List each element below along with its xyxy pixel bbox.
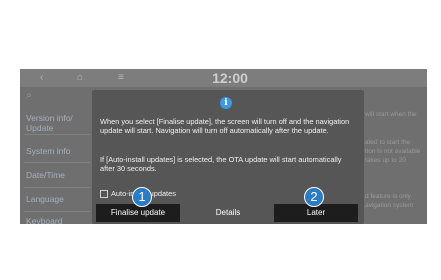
update-dialog: i When you select [Finalise update], the… <box>92 90 364 224</box>
sidebar-item-keyboard[interactable]: Keyboard <box>26 216 62 224</box>
dialog-message: When you select [Finalise update], the s… <box>100 117 350 136</box>
sidebar-item-language[interactable]: Language <box>26 194 64 204</box>
menu-icon[interactable]: ≡ <box>118 71 124 85</box>
sidebar-item-system-info[interactable]: System info <box>26 146 70 156</box>
sidebar-item-version-info[interactable]: Version info/ Update <box>26 113 73 133</box>
sidebar-item-label: Version info/ <box>26 113 73 123</box>
details-button[interactable]: Details <box>192 204 264 222</box>
finalise-update-button[interactable]: Finalise update <box>96 204 180 222</box>
background-text: d feature is only <box>365 193 411 200</box>
settings-sidebar: ⌕ Version info/ Update System info Date/… <box>20 87 92 224</box>
divider <box>24 162 90 163</box>
auto-install-checkbox[interactable] <box>100 190 108 198</box>
background-text: avigation system <box>365 202 414 209</box>
sidebar-item-date-time[interactable]: Date/Time <box>26 170 65 180</box>
callout-1: 1 <box>132 187 152 207</box>
home-icon[interactable]: ⌂ <box>77 71 83 85</box>
divider <box>24 187 90 188</box>
manual-illustration: ‹ ⌂ ≡ 12:00 ⌕ Version info/ Update Syste… <box>0 0 441 280</box>
sidebar-item-label-line2: Update <box>26 123 54 133</box>
background-text: ated to start the <box>365 139 411 146</box>
status-bar: ‹ ⌂ ≡ 12:00 <box>20 69 427 87</box>
callout-2: 2 <box>304 187 324 207</box>
divider <box>24 134 90 135</box>
dialog-message-secondary: If [Auto-install updates] is selected, t… <box>100 155 342 174</box>
clock: 12:00 <box>212 70 248 86</box>
infotainment-screen: ‹ ⌂ ≡ 12:00 ⌕ Version info/ Update Syste… <box>20 69 427 224</box>
background-text: takes up to 20 <box>365 157 406 164</box>
divider <box>24 211 90 212</box>
background-content: will start when the ated to start the ti… <box>365 87 427 224</box>
background-text: tion is not available <box>365 148 421 155</box>
chevron-left-icon[interactable]: ‹ <box>40 71 43 85</box>
background-text: will start when the <box>365 111 417 118</box>
search-icon[interactable]: ⌕ <box>26 91 32 101</box>
info-icon: i <box>220 97 232 109</box>
